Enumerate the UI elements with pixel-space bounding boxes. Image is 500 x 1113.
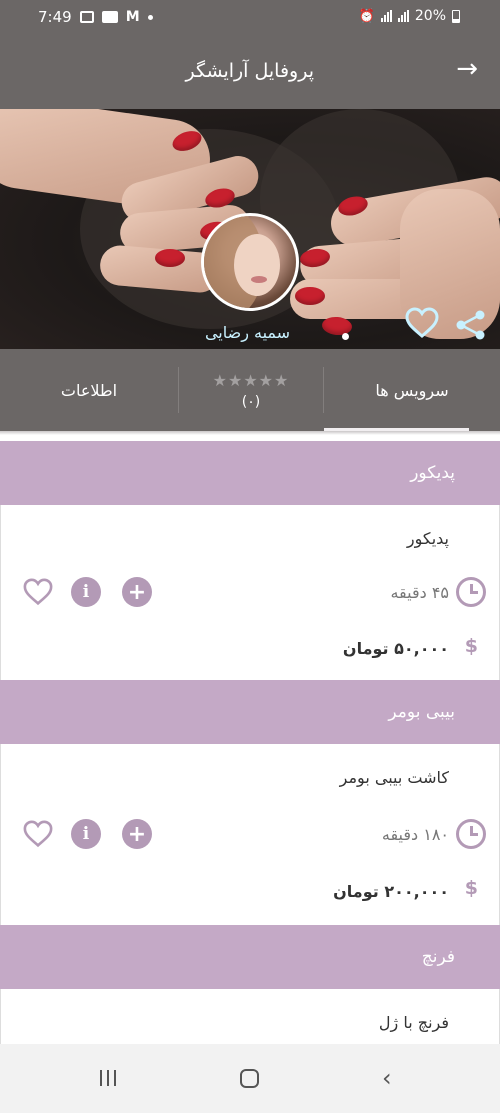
profile-avatar[interactable]: [201, 213, 299, 311]
back-arrow-icon[interactable]: →: [456, 56, 478, 82]
alarm-icon: ⏰: [358, 8, 375, 24]
service-name: فرنچ با ژل: [378, 1013, 449, 1032]
tab-info-label: اطلاعات: [60, 380, 118, 400]
category-header: پدیکور: [0, 441, 500, 505]
category-header: بیبی بومر: [0, 680, 500, 744]
service-card[interactable]: کاشت بیبی بومر ۱۸۰ دقیقه $ ۲۰۰,۰۰۰ تومان…: [0, 744, 500, 925]
favorite-heart-icon[interactable]: [404, 307, 440, 339]
status-right: ⏰ 20%: [359, 8, 460, 24]
nav-back-icon[interactable]: ‹: [382, 1064, 392, 1092]
info-button[interactable]: i: [71, 819, 101, 849]
battery-percent: 20%: [414, 8, 446, 24]
favorite-service-heart-icon[interactable]: [22, 578, 54, 606]
tab-info[interactable]: اطلاعات: [0, 349, 178, 431]
info-button[interactable]: i: [71, 577, 101, 607]
message-notification-icon: [101, 11, 118, 23]
status-dot: [342, 333, 349, 340]
rating-count: (۰): [241, 393, 261, 410]
service-name: کاشت بیبی بومر: [339, 768, 449, 787]
tab-rating[interactable]: ★★★★★ (۰): [178, 349, 324, 431]
service-card[interactable]: پدیکور ۴۵ دقیقه $ ۵۰,۰۰۰ تومان + i: [0, 505, 500, 680]
service-price: ۲۰۰,۰۰۰ تومان: [333, 882, 449, 901]
service-duration: ۱۸۰ دقیقه: [381, 825, 449, 844]
signal-icon-2: [397, 10, 409, 22]
category-title: پدیکور: [410, 463, 455, 483]
service-card[interactable]: فرنچ با ژل: [0, 989, 500, 1044]
clock-icon: [456, 577, 486, 607]
signal-icon-1: [380, 10, 392, 22]
status-left: 7:49 M: [38, 8, 153, 26]
category-title: بیبی بومر: [388, 702, 455, 722]
service-list[interactable]: پدیکور پدیکور ۴۵ دقیقه $ ۵۰,۰۰۰ تومان + …: [0, 431, 500, 1044]
gmail-notification-icon: M: [125, 9, 140, 25]
home-icon[interactable]: [240, 1069, 259, 1088]
clock-icon: [456, 819, 486, 849]
tab-services[interactable]: سرویس ها: [324, 349, 500, 431]
dollar-icon: $: [464, 877, 478, 899]
service-name: پدیکور: [406, 529, 449, 548]
tab-services-label: سرویس ها: [375, 380, 449, 400]
system-nav-bar: ‹: [0, 1044, 500, 1113]
battery-icon: [452, 9, 460, 23]
add-service-button[interactable]: +: [122, 819, 152, 849]
profile-tabs: اطلاعات ★★★★★ (۰) سرویس ها: [0, 349, 500, 431]
recent-apps-icon[interactable]: [100, 1070, 116, 1086]
add-service-button[interactable]: +: [122, 577, 152, 607]
share-icon[interactable]: [455, 310, 487, 340]
status-bar: 7:49 M ⏰ 20%: [0, 0, 500, 36]
more-notifications-icon: [147, 14, 153, 20]
favorite-service-heart-icon[interactable]: [22, 820, 54, 848]
page-title: پروفایل آرایشگر: [185, 60, 314, 82]
service-price: ۵۰,۰۰۰ تومان: [342, 639, 449, 658]
service-duration: ۴۵ دقیقه: [390, 583, 449, 602]
status-time: 7:49: [38, 8, 72, 26]
category-header: فرنچ: [0, 925, 500, 989]
app-bar: پروفایل آرایشگر →: [0, 36, 500, 109]
rating-stars-icon: ★★★★★: [212, 370, 290, 390]
category-title: فرنچ: [421, 947, 455, 967]
dollar-icon: $: [464, 635, 478, 657]
image-notification-icon: [79, 11, 94, 23]
cover-image: سمیه رضایی: [0, 109, 500, 349]
